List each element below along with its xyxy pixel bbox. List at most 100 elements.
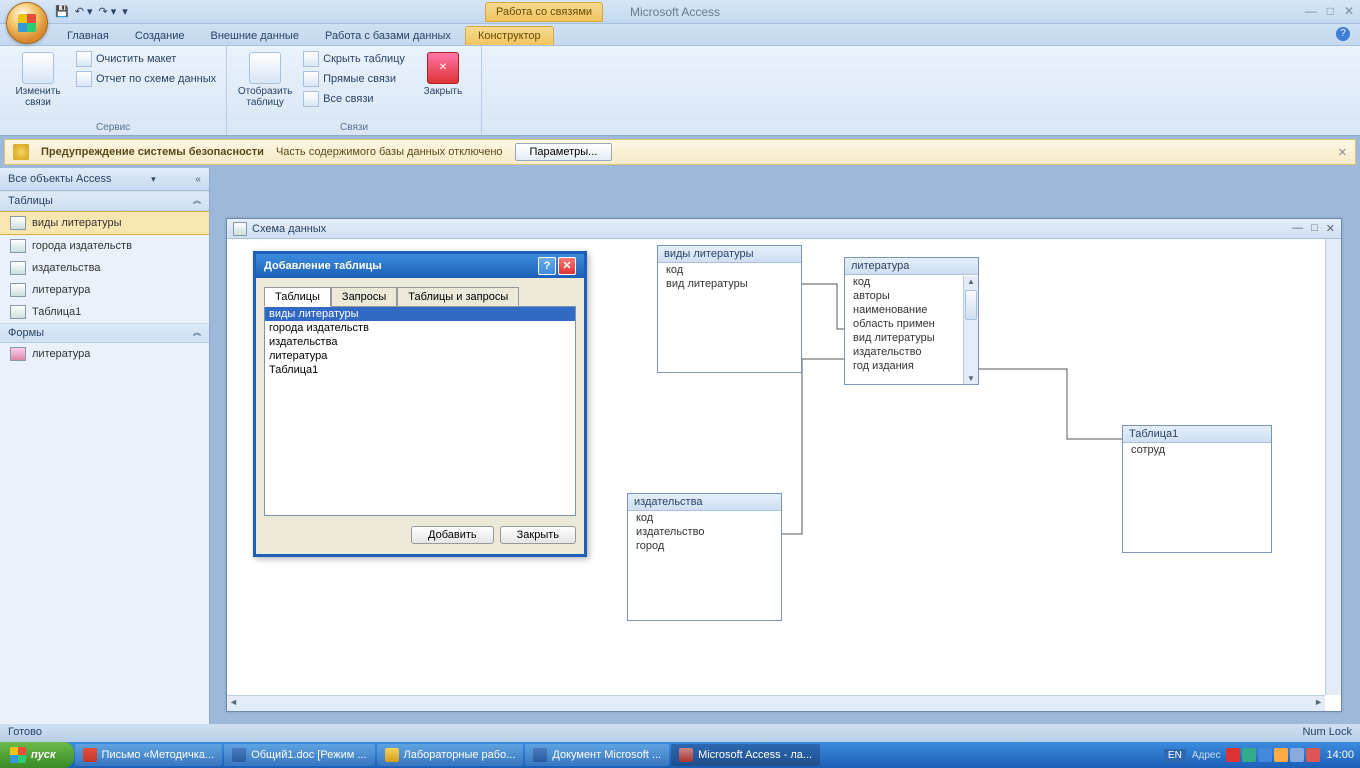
minimize-icon[interactable]: — xyxy=(1305,4,1317,18)
tab-create[interactable]: Создание xyxy=(123,27,197,45)
dialog-tab-both[interactable]: Таблицы и запросы xyxy=(397,287,519,307)
dialog-tab-queries[interactable]: Запросы xyxy=(331,287,397,307)
security-close-icon[interactable]: ✕ xyxy=(1338,146,1347,159)
table-scrollbar[interactable] xyxy=(963,276,978,384)
dialog-table-list[interactable]: виды литературыгорода издательствиздател… xyxy=(264,306,576,516)
relationships-window-header[interactable]: Схема данных — □ ✕ xyxy=(227,219,1341,239)
taskbar-button[interactable]: Документ Microsoft ... xyxy=(525,744,669,766)
table-field[interactable]: наименование xyxy=(845,303,978,317)
nav-table-item[interactable]: Таблица1 xyxy=(0,301,209,323)
table-field[interactable]: год издания xyxy=(845,359,978,373)
tab-dbtools[interactable]: Работа с базами данных xyxy=(313,27,463,45)
edit-relations-button[interactable]: Изменить связи xyxy=(8,50,68,120)
dialog-close-button[interactable]: Закрыть xyxy=(500,526,576,544)
help-icon[interactable]: ? xyxy=(1336,27,1350,41)
qat-undo-icon[interactable]: ↶ ▾ xyxy=(75,5,93,18)
close-icon[interactable]: ✕ xyxy=(1344,4,1354,18)
nav-collapse-icon[interactable]: « xyxy=(195,174,201,185)
tray-icon[interactable] xyxy=(1226,748,1240,762)
table-box-izdatelstva[interactable]: издательства код издательство город xyxy=(627,493,782,621)
qat-redo-icon[interactable]: ↷ ▾ xyxy=(99,5,117,18)
doc-restore-icon[interactable]: □ xyxy=(1311,222,1318,235)
table-field[interactable]: вид литературы xyxy=(658,277,801,291)
dialog-titlebar[interactable]: Добавление таблицы ? ✕ xyxy=(256,254,584,278)
nav-category-tables[interactable]: Таблицы︽ xyxy=(0,191,209,211)
table-field[interactable]: вид литературы xyxy=(845,331,978,345)
language-indicator[interactable]: EN xyxy=(1164,749,1186,762)
direct-relations-button[interactable]: Прямые связи xyxy=(301,70,407,88)
table-box-literatura[interactable]: литература код авторы наименование облас… xyxy=(844,257,979,385)
qat-more-icon[interactable]: ▾ xyxy=(122,5,128,18)
dialog-tab-tables[interactable]: Таблицы xyxy=(264,287,331,307)
table-field[interactable]: код xyxy=(628,511,781,525)
taskbar-button[interactable]: Письмо «Методичка... xyxy=(75,744,223,766)
table-field[interactable]: код xyxy=(658,263,801,277)
security-message: Часть содержимого базы данных отключено xyxy=(276,146,503,158)
security-options-button[interactable]: Параметры... xyxy=(515,143,613,161)
clear-layout-button[interactable]: Очистить макет xyxy=(74,50,218,68)
nav-table-item[interactable]: издательства xyxy=(0,257,209,279)
table-field[interactable]: издательство xyxy=(628,525,781,539)
taskbar-button[interactable]: Лабораторные рабо... xyxy=(377,744,524,766)
nav-category-forms[interactable]: Формы︽ xyxy=(0,323,209,343)
tray-icon[interactable] xyxy=(1306,748,1320,762)
context-tab: Работа со связями xyxy=(485,2,603,22)
tab-external[interactable]: Внешние данные xyxy=(199,27,311,45)
table-field[interactable]: код xyxy=(845,275,978,289)
tab-home[interactable]: Главная xyxy=(55,27,121,45)
taskbar-button[interactable]: Microsoft Access - ла... xyxy=(671,744,820,766)
table-box-tablica1[interactable]: Таблица1 сотруд xyxy=(1122,425,1272,553)
office-button[interactable] xyxy=(6,2,48,44)
hide-table-icon xyxy=(303,51,319,67)
dialog-help-icon[interactable]: ? xyxy=(538,257,556,275)
horizontal-scrollbar[interactable] xyxy=(227,695,1325,711)
show-table-icon xyxy=(249,52,281,84)
schema-report-button[interactable]: Отчет по схеме данных xyxy=(74,70,218,88)
nav-form-item[interactable]: литература xyxy=(0,343,209,365)
nav-table-item[interactable]: города издательств xyxy=(0,235,209,257)
close-relations-button[interactable]: ✕ Закрыть xyxy=(413,50,473,120)
clock[interactable]: 14:00 xyxy=(1326,749,1354,761)
dialog-list-item[interactable]: литература xyxy=(265,349,575,363)
qat-save-icon[interactable]: 💾 xyxy=(55,5,69,18)
table-box-vidy[interactable]: виды литературы код вид литературы xyxy=(657,245,802,373)
main-area: Все объекты Access▾« Таблицы︽ виды литер… xyxy=(0,168,1360,724)
tray-icon[interactable] xyxy=(1242,748,1256,762)
nav-table-item[interactable]: виды литературы xyxy=(0,211,209,235)
show-table-button[interactable]: Отобразить таблицу xyxy=(235,50,295,120)
maximize-icon[interactable]: □ xyxy=(1327,4,1334,18)
dialog-close-icon[interactable]: ✕ xyxy=(558,257,576,275)
table-field[interactable]: сотруд xyxy=(1123,443,1271,457)
system-tray: EN Адрес 14:00 xyxy=(1158,742,1360,768)
doc-minimize-icon[interactable]: — xyxy=(1292,222,1303,235)
group-label-relations: Связи xyxy=(235,120,473,135)
start-button[interactable]: пуск xyxy=(0,742,74,768)
table-field[interactable]: авторы xyxy=(845,289,978,303)
all-relations-button[interactable]: Все связи xyxy=(301,90,407,108)
dialog-list-item[interactable]: Таблица1 xyxy=(265,363,575,377)
dialog-list-item[interactable]: города издательств xyxy=(265,321,575,335)
dialog-add-button[interactable]: Добавить xyxy=(411,526,494,544)
vertical-scrollbar[interactable] xyxy=(1325,239,1341,695)
nav-table-item[interactable]: литература xyxy=(0,279,209,301)
relationships-body[interactable]: виды литературы код вид литературы литер… xyxy=(227,239,1325,695)
relationships-window-title: Схема данных xyxy=(252,223,326,235)
tray-icon[interactable] xyxy=(1258,748,1272,762)
tray-icon[interactable] xyxy=(1274,748,1288,762)
table-field[interactable]: город xyxy=(628,539,781,553)
table-field[interactable]: область примен xyxy=(845,317,978,331)
tray-icons[interactable] xyxy=(1226,748,1320,762)
table-field[interactable]: издательство xyxy=(845,345,978,359)
table-title: виды литературы xyxy=(658,246,801,263)
dialog-list-item[interactable]: издательства xyxy=(265,335,575,349)
dialog-list-item[interactable]: виды литературы xyxy=(265,307,575,321)
show-table-dialog: Добавление таблицы ? ✕ Таблицы Запросы Т… xyxy=(253,251,587,557)
doc-close-icon[interactable]: ✕ xyxy=(1326,222,1335,235)
tab-design[interactable]: Конструктор xyxy=(465,26,554,45)
direct-rel-icon xyxy=(303,71,319,87)
hide-table-button[interactable]: Скрыть таблицу xyxy=(301,50,407,68)
taskbar-button[interactable]: Общий1.doc [Режим ... xyxy=(224,744,374,766)
tray-icon[interactable] xyxy=(1290,748,1304,762)
form-icon xyxy=(10,347,26,361)
nav-header[interactable]: Все объекты Access▾« xyxy=(0,168,209,191)
